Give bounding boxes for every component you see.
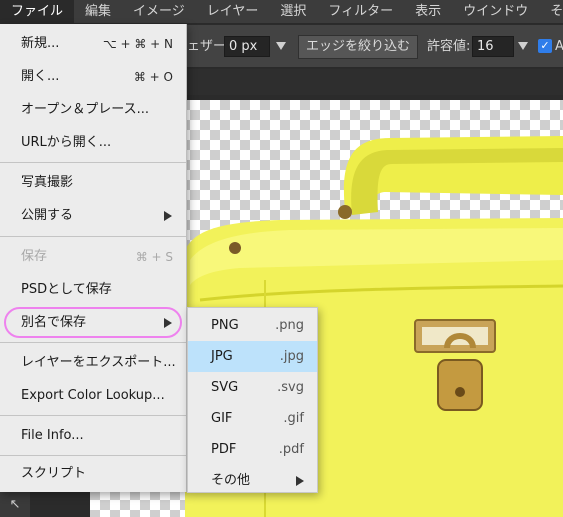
submenu-item-label: JPG (211, 349, 233, 364)
feather-input[interactable]: 0 px (224, 36, 270, 57)
submenu-item-extension: .png (275, 318, 304, 333)
menu-item-label: URLから開く... (21, 135, 112, 150)
submenu-item-svg[interactable]: SVG .svg (188, 372, 317, 403)
chevron-right-icon (164, 211, 172, 221)
menu-item-label: Export Color Lookup... (21, 388, 165, 403)
submenu-item-png[interactable]: PNG .png (188, 310, 317, 341)
menu-select[interactable]: 選択 (269, 0, 317, 23)
pointer-arrow-icon[interactable]: ↖ (0, 492, 30, 517)
menu-item-script[interactable]: スクリプト (0, 458, 186, 490)
menu-file[interactable]: ファイル (0, 0, 75, 23)
menu-filter[interactable]: フィルター (317, 0, 404, 23)
menu-item-export-color-lookup[interactable]: Export Color Lookup... (0, 380, 186, 412)
menu-item-label: 写真撮影 (21, 175, 74, 190)
menu-item-new[interactable]: 新規... ⌥ + ⌘ + N (0, 28, 186, 60)
menu-bar: ファイル 編集 イメージ レイヤー 選択 フィルター 表示 ウインドウ その他 (0, 0, 563, 24)
menu-item-file-info[interactable]: File Info... (0, 420, 186, 452)
save-as-submenu: PNG .png JPG .jpg SVG .svg GIF .gif PDF … (187, 307, 318, 493)
menu-item-label: 開く... (21, 69, 60, 84)
menu-item-label: File Info... (21, 428, 84, 443)
menu-item-label: オープン＆プレース... (21, 102, 149, 117)
menu-item-label: PSDとして保存 (21, 282, 112, 297)
menu-window[interactable]: ウインドウ (452, 0, 539, 23)
submenu-item-label: PDF (211, 442, 237, 457)
menu-item-save-as-psd[interactable]: PSDとして保存 (0, 274, 186, 306)
tolerance-dropdown-icon[interactable] (518, 42, 528, 50)
menu-item-label: 保存 (21, 249, 48, 264)
menu-item-label: スクリプト (21, 466, 87, 481)
submenu-item-extension: .gif (283, 411, 304, 426)
menu-item-shortcut: ⌘ + O (133, 70, 173, 84)
menu-edit[interactable]: 編集 (74, 0, 122, 23)
menu-item-shortcut: ⌘ + S (135, 250, 173, 264)
menu-image[interactable]: イメージ (122, 0, 196, 23)
menu-item-open-from-url[interactable]: URLから開く... (0, 127, 186, 159)
menu-divider (0, 455, 186, 456)
submenu-item-gif[interactable]: GIF .gif (188, 403, 317, 434)
menu-item-shortcut: ⌥ + ⌘ + N (102, 37, 173, 51)
submenu-item-label: PNG (211, 318, 239, 333)
file-menu-dropdown: 新規... ⌥ + ⌘ + N 開く... ⌘ + O オープン＆プレース...… (0, 24, 187, 492)
submenu-item-other[interactable]: その他 (188, 465, 317, 496)
antialias-label: A (555, 39, 563, 54)
submenu-item-extension: .pdf (278, 442, 304, 457)
menu-item-save: 保存 ⌘ + S (0, 241, 186, 273)
tolerance-input[interactable]: 16 (472, 36, 514, 57)
menu-divider (0, 162, 186, 163)
menu-divider (0, 342, 186, 343)
menu-more[interactable]: その他 (539, 0, 563, 23)
chevron-right-icon (296, 476, 304, 486)
submenu-item-pdf[interactable]: PDF .pdf (188, 434, 317, 465)
menu-divider (0, 415, 186, 416)
submenu-item-jpg[interactable]: JPG .jpg (188, 341, 317, 372)
submenu-item-label: GIF (211, 411, 233, 426)
menu-item-label: 公開する (21, 208, 74, 223)
menu-item-take-photo[interactable]: 写真撮影 (0, 167, 186, 199)
tolerance-label: 許容値: (427, 39, 471, 54)
menu-item-open[interactable]: 開く... ⌘ + O (0, 61, 186, 93)
menu-layer[interactable]: レイヤー (196, 0, 270, 23)
menu-divider (0, 236, 186, 237)
submenu-item-label: SVG (211, 380, 239, 395)
menu-item-label: 新規... (21, 36, 60, 51)
checkbox-checked-icon[interactable]: ✓ (538, 39, 552, 53)
menu-item-publish[interactable]: 公開する (0, 200, 186, 232)
submenu-item-extension: .jpg (279, 349, 304, 364)
submenu-item-extension: .svg (277, 380, 304, 395)
feather-dropdown-icon[interactable] (276, 42, 286, 50)
menu-item-open-and-place[interactable]: オープン＆プレース... (0, 94, 186, 126)
annotation-highlight-ring (4, 307, 182, 338)
submenu-item-label: その他 (211, 473, 251, 488)
menu-view[interactable]: 表示 (404, 0, 452, 23)
refine-edge-button[interactable]: エッジを絞り込む (298, 35, 419, 59)
menu-item-export-layers[interactable]: レイヤーをエクスポート... (0, 347, 186, 379)
menu-item-label: レイヤーをエクスポート... (21, 355, 176, 370)
